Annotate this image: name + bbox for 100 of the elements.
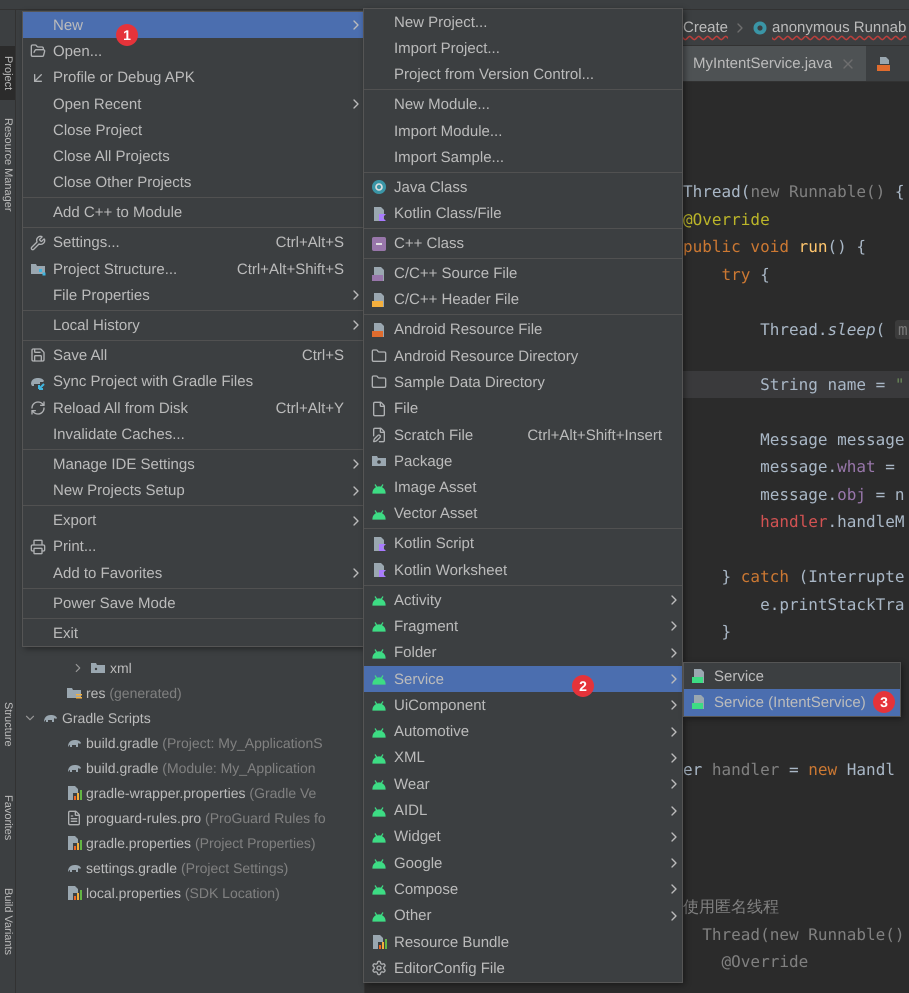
tool-window-tab[interactable]: Structure xyxy=(0,692,15,757)
menu-item[interactable]: Print... xyxy=(23,534,364,560)
code-line: Thread(new Runnable() { xyxy=(683,182,905,201)
menu-item[interactable]: Local History xyxy=(23,312,364,339)
reload-icon xyxy=(30,400,46,416)
project-structure-icon xyxy=(30,261,46,278)
menu-item[interactable]: Sync Project with Gradle Files xyxy=(23,368,364,395)
tool-window-tab[interactable]: Resource Manager xyxy=(0,108,15,222)
menu-item[interactable]: Android Resource File xyxy=(364,316,682,343)
menu-item[interactable]: Folder xyxy=(364,640,682,666)
tool-window-tab[interactable]: Favorites xyxy=(0,784,15,850)
menu-item[interactable]: New Projects Setup xyxy=(23,477,364,504)
menu-item[interactable]: Open Recent xyxy=(23,90,364,118)
menu-item[interactable]: Fragment xyxy=(364,613,682,640)
menu-item[interactable]: Profile or Debug APK xyxy=(23,64,364,91)
editor-tab[interactable]: MyIntentService.java xyxy=(683,46,866,81)
menu-item[interactable]: Package xyxy=(364,448,682,474)
menu-item[interactable]: Invalidate Caches... xyxy=(23,421,364,448)
menu-item[interactable]: XML xyxy=(364,744,682,772)
menu-item[interactable]: Save All Ctrl+S xyxy=(23,342,364,369)
tree-item[interactable]: build.gradle (Project: My_ApplicationS xyxy=(86,734,323,750)
menu-item[interactable]: New Project... xyxy=(364,9,682,36)
wrench-icon xyxy=(30,234,46,251)
tool-window-tab[interactable]: Project xyxy=(0,46,15,100)
menu-item[interactable]: Settings... Ctrl+Alt+S xyxy=(23,230,364,256)
menu-item[interactable]: Wear xyxy=(364,771,682,798)
menu-item[interactable]: Kotlin Worksheet xyxy=(364,557,682,584)
properties-file-icon xyxy=(66,834,82,850)
menu-item[interactable]: Close Other Projects xyxy=(23,170,364,196)
tree-item[interactable]: Gradle Scripts xyxy=(62,710,151,726)
tree-item[interactable]: gradle-wrapper.properties (Gradle Ve xyxy=(86,784,316,800)
class-icon xyxy=(371,236,387,252)
menu-item[interactable]: Resource Bundle xyxy=(364,928,682,956)
menu-item[interactable]: Automotive xyxy=(364,718,682,745)
printer-icon xyxy=(30,538,46,555)
menu-item[interactable]: Export xyxy=(23,507,364,534)
menu-item[interactable]: Java Class xyxy=(364,174,682,200)
menu-item[interactable]: File xyxy=(364,396,682,422)
menu-item[interactable]: Add C++ to Module xyxy=(23,200,364,226)
tree-item[interactable]: settings.gradle (Project Settings) xyxy=(86,860,288,876)
header-file-icon xyxy=(371,292,387,308)
menu-item[interactable]: AIDL xyxy=(364,797,682,824)
menu-item[interactable]: Kotlin Script xyxy=(364,530,682,558)
menu-item[interactable]: Reload All from Disk Ctrl+Alt+Y xyxy=(23,394,364,422)
file-icon xyxy=(371,400,387,417)
tree-item[interactable]: res (generated) xyxy=(86,684,182,700)
code-line: message.obj = n xyxy=(759,484,905,504)
menu-item[interactable]: Vector Asset xyxy=(364,500,682,528)
menu-item[interactable]: Android Resource Directory xyxy=(364,343,682,370)
code-line: } xyxy=(720,622,732,641)
tree-item[interactable]: xml xyxy=(110,660,132,676)
code-line: er handler = new Handl xyxy=(683,760,895,778)
menu-item[interactable]: Import Sample... xyxy=(364,144,682,170)
menu-item[interactable]: Close All Projects xyxy=(23,143,364,170)
menu-item[interactable]: C++ Class xyxy=(364,230,682,257)
menu-item[interactable]: Service xyxy=(684,663,900,690)
properties-file-icon xyxy=(66,884,82,900)
code-line: } catch (Interrupte xyxy=(720,567,905,586)
menu-item[interactable]: Kotlin Class/File xyxy=(364,200,682,227)
code-line: handler.handleM xyxy=(759,512,905,531)
menu-item[interactable]: C/C++ Source File xyxy=(364,260,682,287)
menu-item[interactable]: Scratch File Ctrl+Alt+Shift+Insert xyxy=(364,422,682,448)
resource-file-icon xyxy=(371,322,387,338)
properties-file-icon xyxy=(371,934,387,950)
tool-window-tab[interactable]: Build Variants xyxy=(0,878,15,965)
tree-item[interactable]: gradle.properties (Project Properties) xyxy=(86,834,316,850)
menu-item[interactable]: Power Save Mode xyxy=(23,590,364,616)
tree-item[interactable]: local.properties (SDK Location) xyxy=(86,884,280,900)
code-line: public void run() { xyxy=(683,237,866,256)
menu-item[interactable]: Import Module... xyxy=(364,118,682,144)
breadcrumb-item[interactable]: anonymous Runnab xyxy=(772,19,906,36)
class-icon xyxy=(752,20,768,36)
tree-item[interactable]: proguard-rules.pro (ProGuard Rules fo xyxy=(86,810,326,826)
menu-item[interactable]: Other xyxy=(364,902,682,929)
code-line: e.printStackTra xyxy=(759,594,905,614)
menu-item[interactable]: File Properties xyxy=(23,282,364,309)
file-icon xyxy=(876,56,892,72)
menu-item[interactable]: Image Asset xyxy=(364,474,682,501)
menu-item[interactable]: Activity xyxy=(364,587,682,614)
menu-item[interactable]: Exit xyxy=(23,620,364,646)
menu-item[interactable]: Manage IDE Settings xyxy=(23,451,364,478)
menu-item[interactable]: New Module... xyxy=(364,92,682,118)
menu-item[interactable]: Google xyxy=(364,850,682,876)
menu-item[interactable]: Compose xyxy=(364,876,682,903)
menu-item[interactable]: Project from Version Control... xyxy=(364,62,682,88)
menu-item[interactable]: Sample Data Directory xyxy=(364,369,682,396)
menu-item[interactable]: C/C++ Header File xyxy=(364,286,682,314)
menu-item[interactable]: EditorConfig File xyxy=(364,955,682,982)
menu-item[interactable]: Import Project... xyxy=(364,35,682,62)
code-line: @Override xyxy=(720,952,808,971)
menu-item[interactable]: Widget xyxy=(364,824,682,850)
service-file-icon xyxy=(691,668,707,684)
file-icon xyxy=(66,810,82,826)
tree-item[interactable]: build.gradle (Module: My_Application xyxy=(86,760,316,776)
breadcrumb-item[interactable]: Create xyxy=(683,19,728,36)
source-file-icon xyxy=(371,266,387,282)
menu-item[interactable]: Add to Favorites xyxy=(23,560,364,586)
menu-item[interactable]: Close Project xyxy=(23,117,364,144)
kotlin-file-icon xyxy=(371,562,387,578)
menu-item[interactable]: Project Structure... Ctrl+Alt+Shift+S xyxy=(23,256,364,282)
